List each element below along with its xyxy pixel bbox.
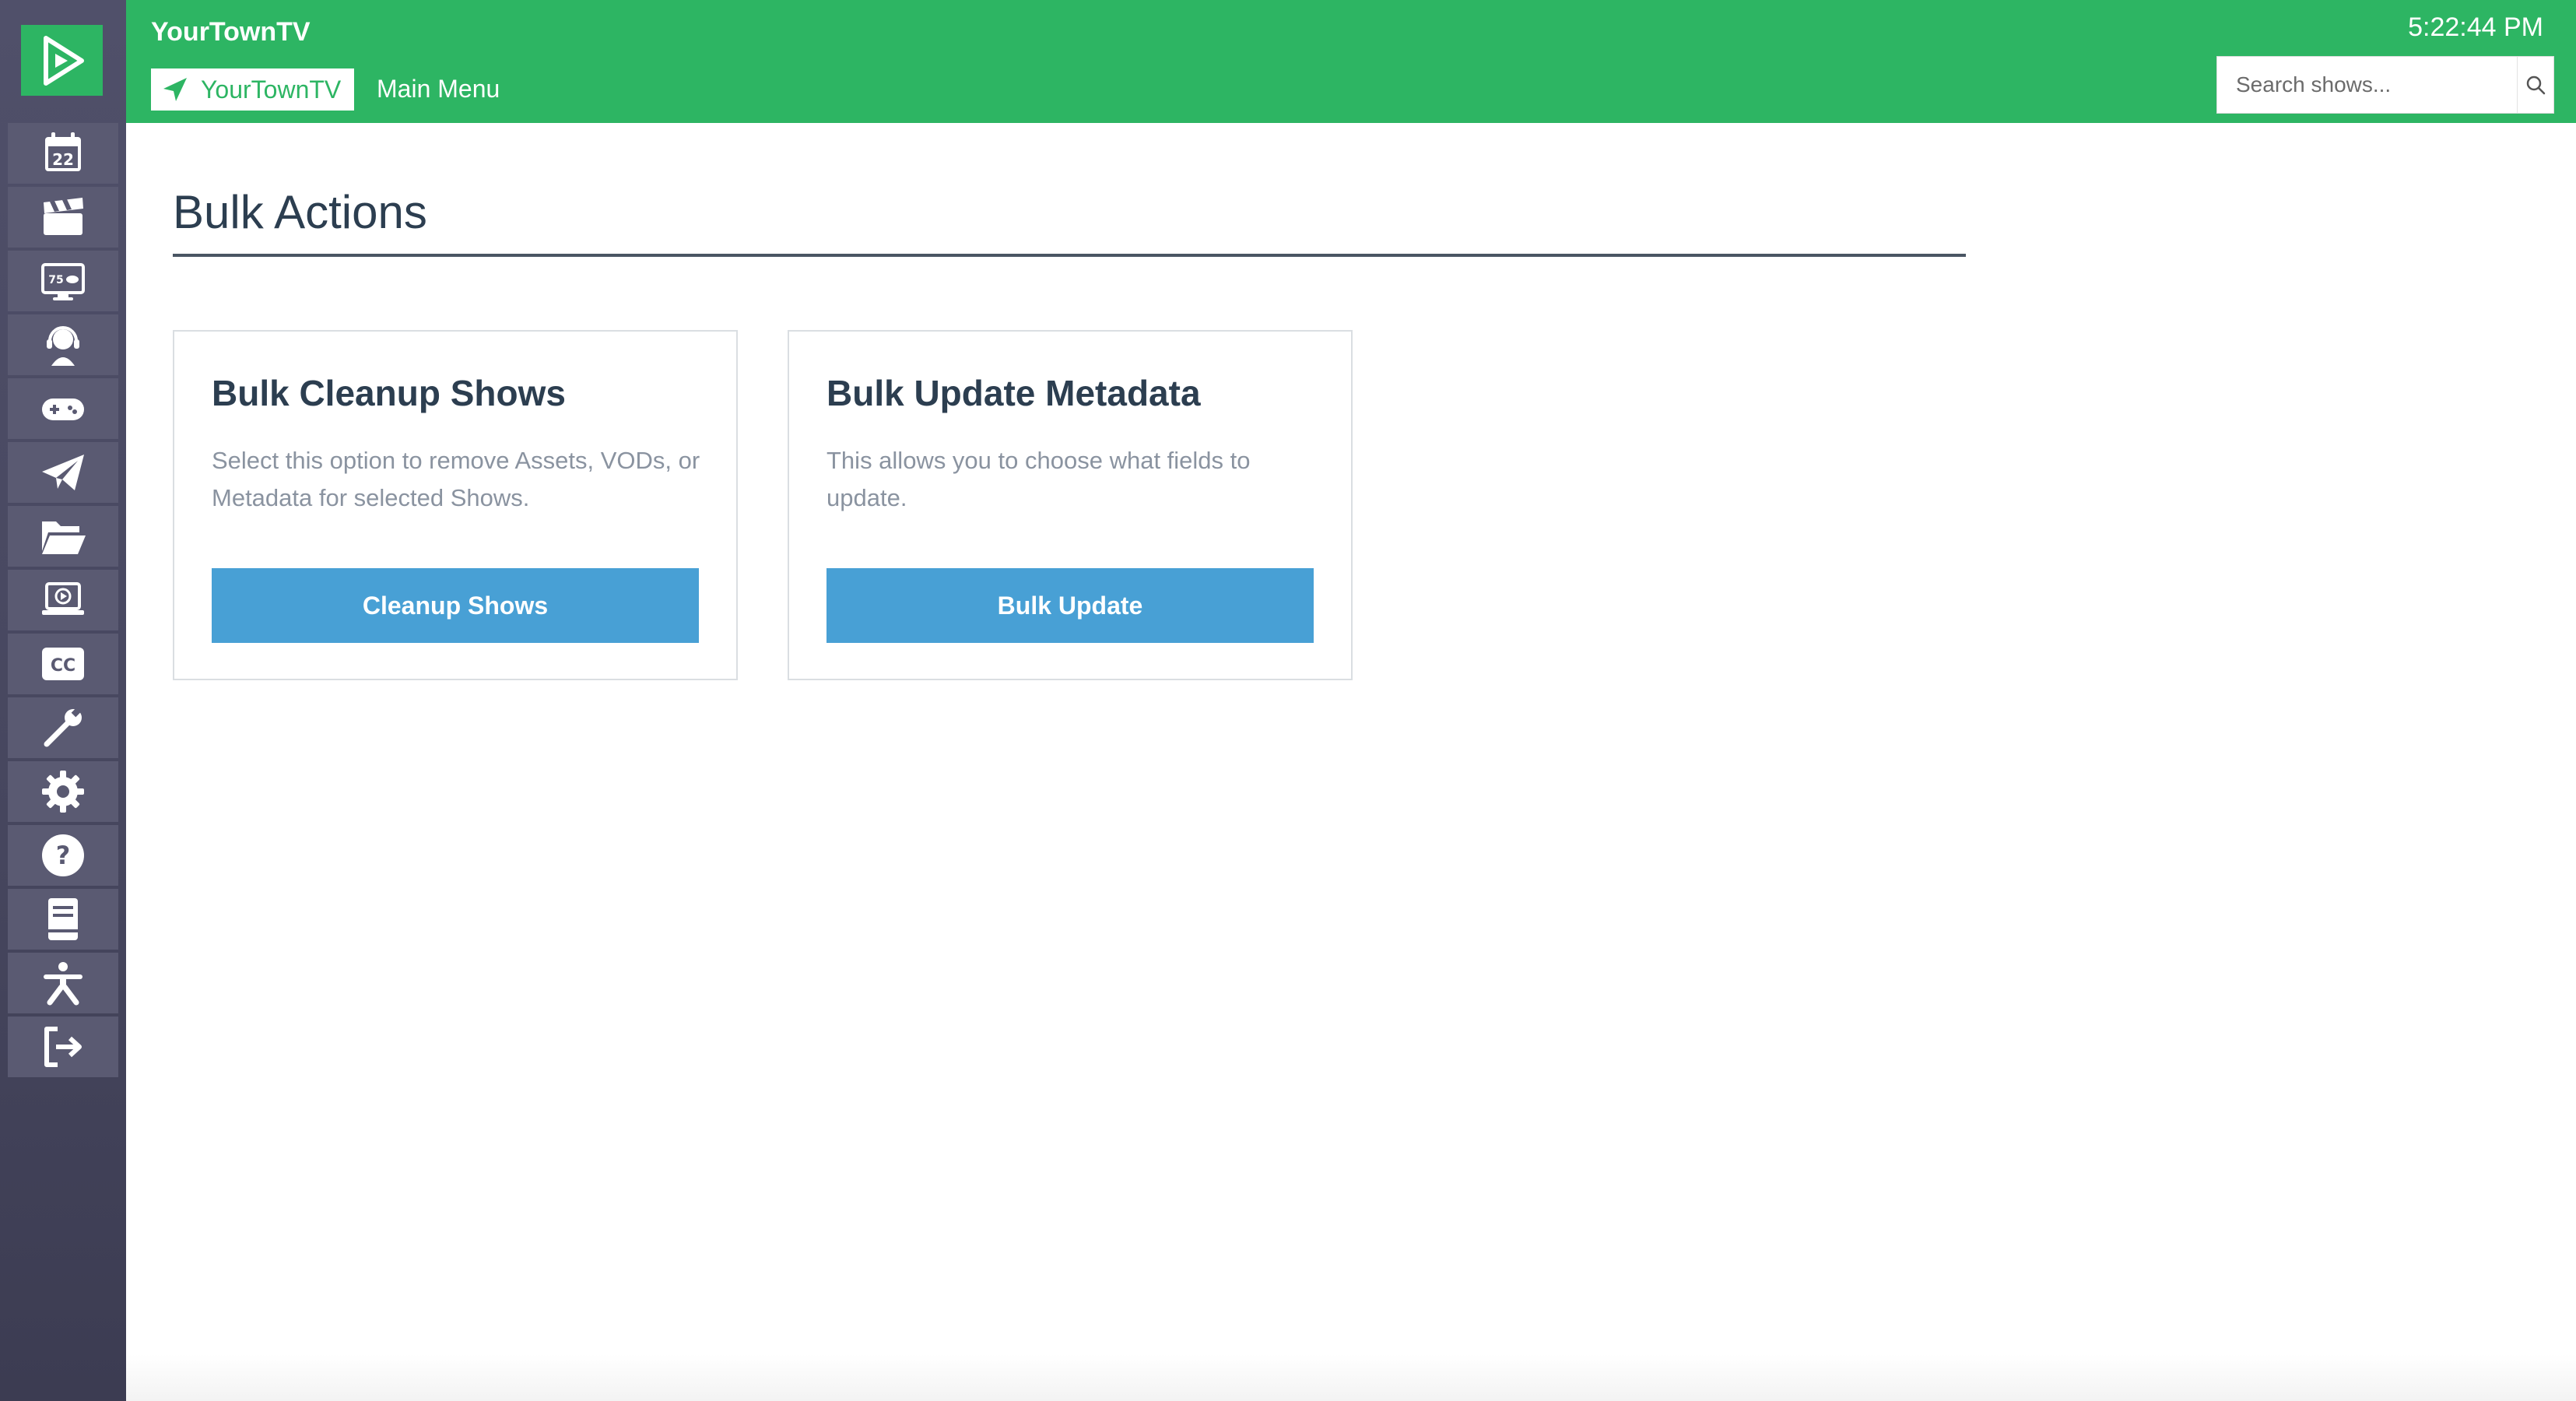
calendar-badge: 22: [52, 150, 74, 169]
sidebar-item-support[interactable]: [8, 314, 118, 375]
location-label: YourTownTV: [201, 75, 342, 104]
card-title: Bulk Cleanup Shows: [212, 373, 566, 413]
bulk-update-button[interactable]: Bulk Update: [826, 568, 1314, 643]
search-box: [2216, 56, 2554, 114]
tv-channel-icon: 75: [41, 263, 85, 300]
main-menu-link[interactable]: Main Menu: [377, 75, 500, 104]
svg-text:?: ?: [56, 841, 71, 870]
card-description: Select this option to remove Assets, VOD…: [212, 447, 700, 511]
sidebar-item-logout[interactable]: [8, 1017, 118, 1077]
sidebar-item-schedule[interactable]: 22: [8, 123, 118, 184]
title-divider: [173, 254, 1966, 257]
location-chip[interactable]: YourTownTV: [151, 68, 354, 111]
laptop-play-icon: [42, 582, 84, 615]
bottom-fade: [126, 1354, 2576, 1401]
clapperboard-icon: [44, 198, 83, 235]
sidebar-item-games[interactable]: [8, 378, 118, 439]
search-input[interactable]: [2217, 57, 2517, 113]
closed-captions-icon: CC: [42, 648, 84, 680]
cleanup-shows-button[interactable]: Cleanup Shows: [212, 568, 699, 643]
folder-open-icon: [42, 521, 86, 554]
sidebar-item-files[interactable]: [8, 506, 118, 567]
headset-icon: [47, 326, 79, 366]
gamepad-icon: [42, 399, 84, 420]
channel-badge: 75: [48, 274, 63, 286]
help-icon: ?: [42, 834, 84, 876]
sidebar-item-docs[interactable]: [8, 889, 118, 950]
captions-badge: CC: [51, 656, 75, 676]
sidebar: 22 75 CC ?: [0, 0, 126, 1401]
sidebar-nav: 22 75 CC ?: [8, 123, 118, 1080]
bulk-update-card: Bulk Update Metadata This allows you to …: [788, 330, 1353, 680]
sign-out-icon: [44, 1027, 82, 1067]
play-logo-icon: [43, 35, 84, 86]
top-bar: YourTownTV YourTownTV Main Menu 5:22:44 …: [126, 0, 2576, 123]
clock: 5:22:44 PM: [2408, 12, 2543, 42]
location-arrow-icon: [163, 78, 187, 101]
sidebar-item-accessibility[interactable]: [8, 953, 118, 1013]
paper-plane-icon: [42, 455, 84, 490]
gear-icon: [42, 771, 84, 813]
search-icon: [2526, 75, 2546, 95]
app-logo[interactable]: [21, 25, 103, 96]
page-title: Bulk Actions: [173, 186, 427, 238]
accessibility-icon: [44, 962, 82, 1006]
card-description: This allows you to choose what fields to…: [826, 447, 1251, 511]
wrench-icon: [44, 707, 82, 747]
book-icon: [48, 898, 78, 940]
brand-title: YourTownTV: [151, 17, 311, 47]
sidebar-item-settings[interactable]: [8, 761, 118, 822]
sidebar-item-channels[interactable]: 75: [8, 251, 118, 311]
sidebar-item-tools[interactable]: [8, 697, 118, 758]
card-title: Bulk Update Metadata: [826, 373, 1201, 413]
sidebar-item-captions[interactable]: CC: [8, 634, 118, 694]
main-content: Bulk Actions Bulk Cleanup Shows Select t…: [173, 123, 2539, 1401]
bulk-cleanup-card: Bulk Cleanup Shows Select this option to…: [173, 330, 738, 680]
search-button[interactable]: [2517, 57, 2553, 113]
calendar-icon: 22: [45, 132, 81, 171]
sidebar-item-send[interactable]: [8, 442, 118, 503]
sidebar-item-help[interactable]: ?: [8, 825, 118, 886]
sidebar-item-shows[interactable]: [8, 187, 118, 248]
sidebar-item-vod[interactable]: [8, 570, 118, 630]
